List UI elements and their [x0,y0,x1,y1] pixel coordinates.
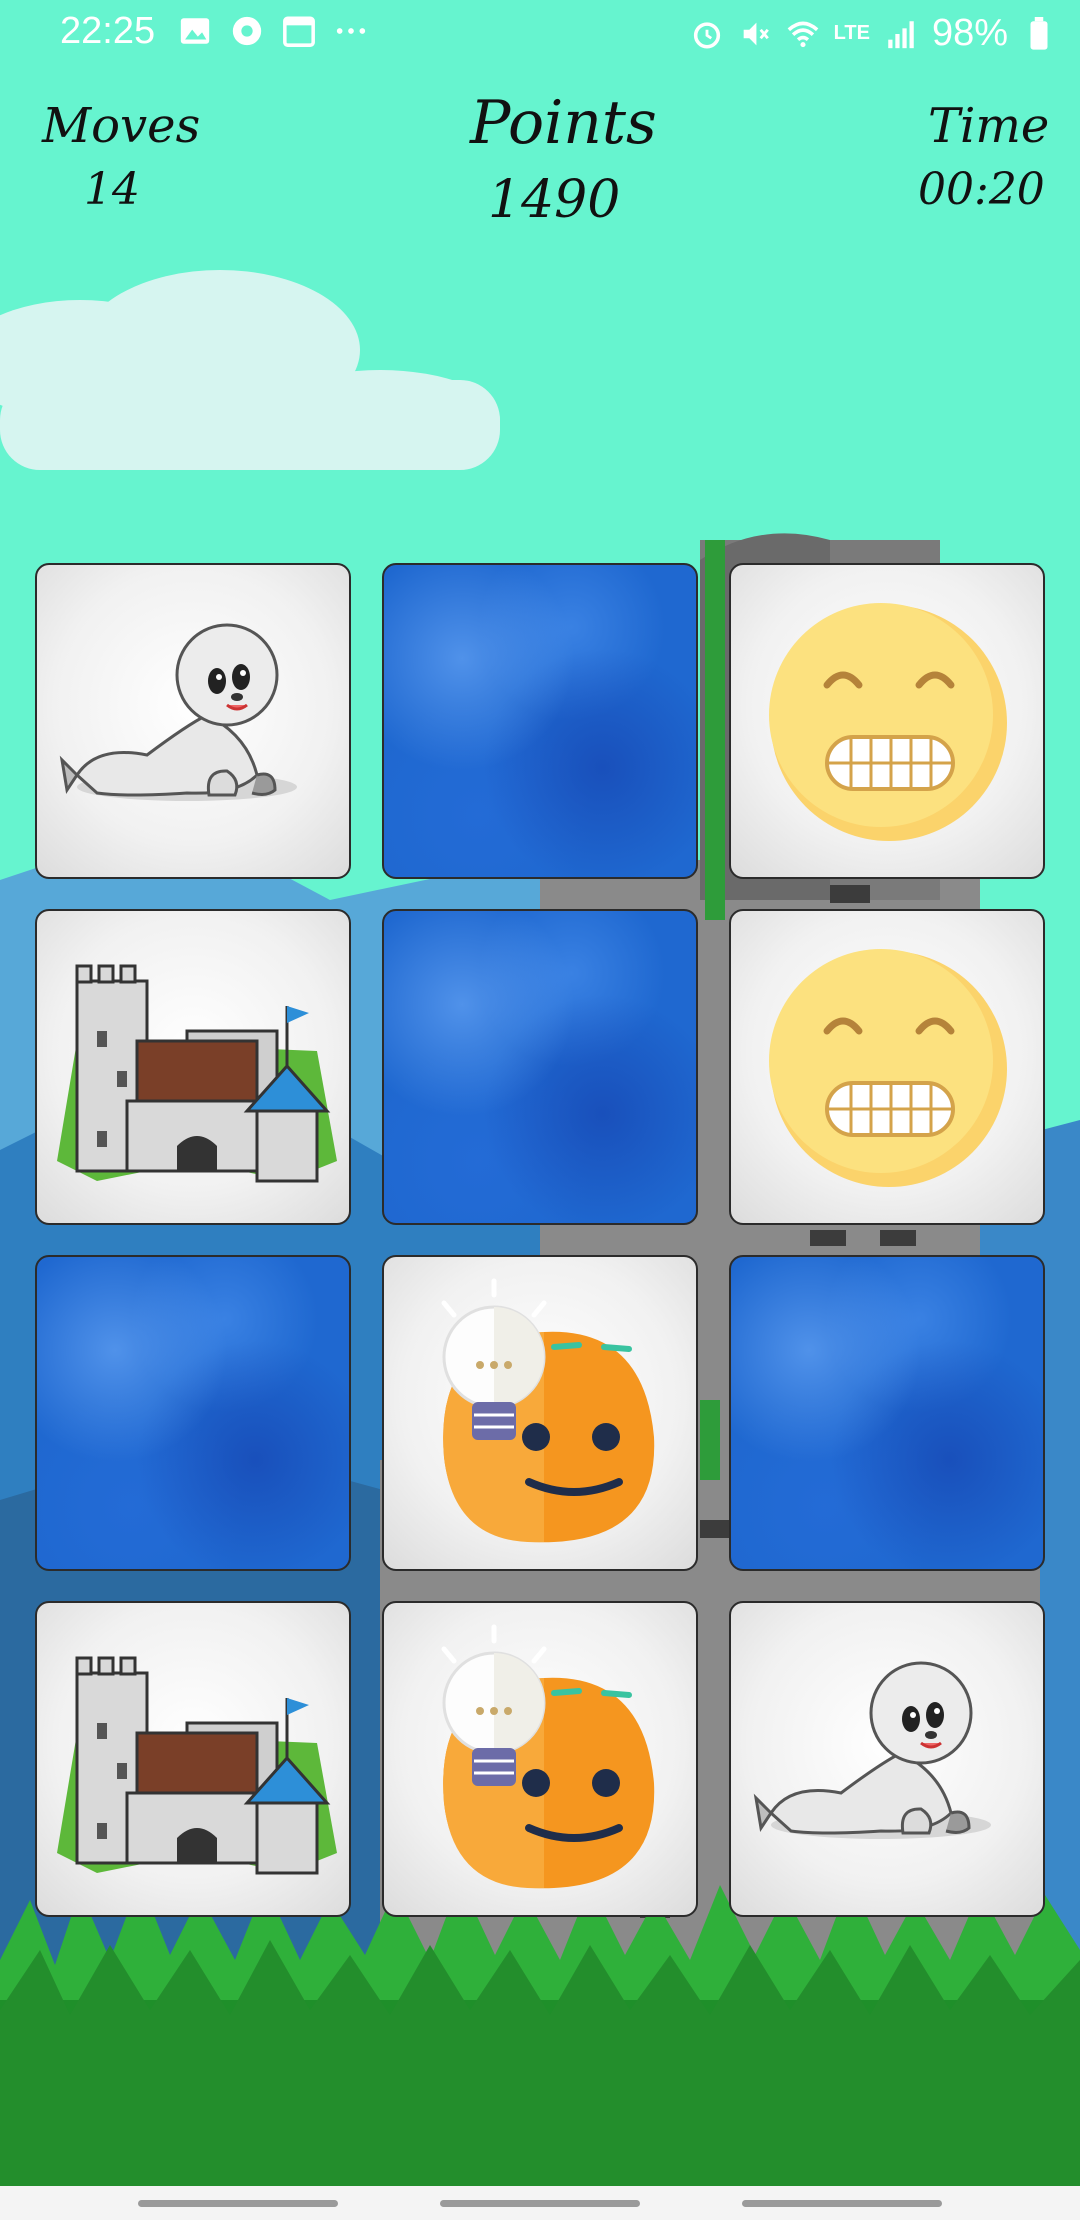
more-icon [336,28,366,34]
card-seal[interactable] [35,563,351,879]
alarm-icon [693,21,720,49]
idea-emoji-picture [441,1278,655,1543]
grin-emoji-picture [769,949,1007,1187]
castle-picture [57,964,337,1183]
moves-label: Moves [42,98,201,154]
card-grin-emoji[interactable] [729,563,1045,879]
lte-icon: LTE [833,22,870,44]
card-idea-emoji[interactable] [382,1601,698,1917]
battery-icon [1030,16,1048,50]
seal-picture [59,623,297,801]
time-label: Time [928,98,1050,154]
card-castle[interactable] [35,1601,351,1917]
card-grin-emoji[interactable] [729,909,1045,1225]
idea-emoji-picture [441,1624,655,1889]
castle-picture [57,1656,337,1875]
gallery-icon [180,18,210,44]
card-seal[interactable] [729,1601,1045,1917]
time-value: 00:20 [918,164,1045,215]
card-face-down[interactable] [382,563,698,879]
card-face-down[interactable] [35,1255,351,1571]
wifi-icon [787,21,818,47]
card-castle[interactable] [35,909,351,1225]
moves-value: 14 [84,164,140,215]
back-button[interactable] [742,2200,942,2207]
mute-icon [743,22,769,45]
points-value: 1490 [488,170,621,230]
cloud [0,270,500,470]
card-face-down[interactable] [382,909,698,1225]
signal-icon [888,20,914,48]
points-label: Points [470,88,657,158]
card-face-down[interactable] [729,1255,1045,1571]
calendar-icon [283,16,315,47]
card-idea-emoji[interactable] [382,1255,698,1571]
seal-picture [753,1661,991,1839]
battery-percent: 98% [931,12,1008,54]
recent-apps-button[interactable] [138,2200,338,2207]
home-button[interactable] [440,2200,640,2207]
status-time: 22:25 [60,10,156,52]
grin-emoji-picture [769,603,1007,841]
status-bar: 22:25 LTE 98% [0,0,1080,64]
navigation-bar [0,2186,1080,2220]
status-left-icons [178,14,368,48]
status-right-icons: LTE 98% [690,12,1056,55]
app-icon [232,16,262,46]
